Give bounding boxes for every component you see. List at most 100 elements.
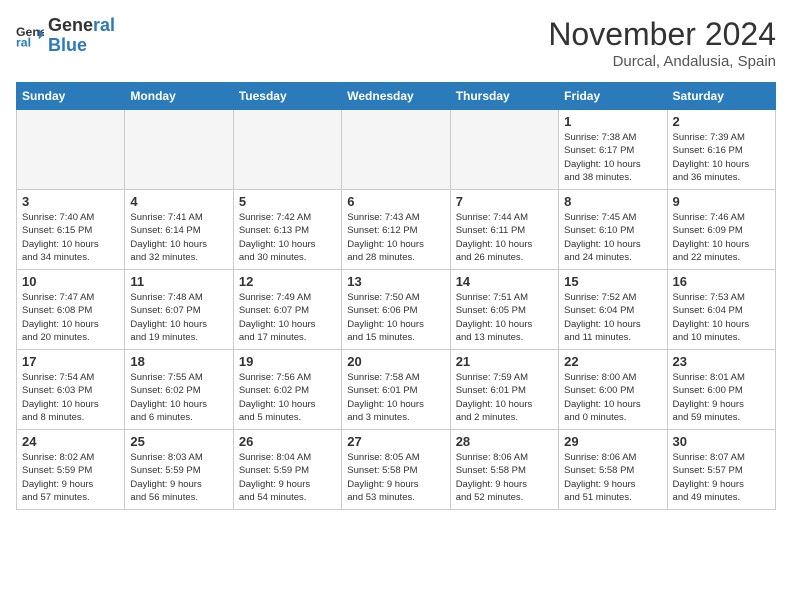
calendar-cell: 19 Sunrise: 7:56 AM Sunset: 6:02 PM Dayli…	[233, 350, 341, 430]
day-info: Sunrise: 8:00 AM Sunset: 6:00 PM Dayligh…	[564, 371, 661, 424]
day-info: Sunrise: 8:07 AM Sunset: 5:57 PM Dayligh…	[673, 451, 770, 504]
calendar-cell: 22Sunrise: 8:00 AM Sunset: 6:00 PM Dayli…	[559, 350, 667, 430]
calendar-cell: 11Sunrise: 7:48 AM Sunset: 6:07 PM Dayli…	[125, 270, 233, 350]
day-info: Sunrise: 8:03 AM Sunset: 5:59 PM Dayligh…	[130, 451, 227, 504]
day-info: Sunrise: 7:40 AM Sunset: 6:15 PM Dayligh…	[22, 211, 119, 264]
day-number: 29	[564, 434, 661, 449]
calendar-cell: 20Sunrise: 7:58 AM Sunset: 6:01 PM Dayli…	[342, 350, 450, 430]
day-number: 2	[673, 114, 770, 129]
logo: Gene ral General Blue	[16, 16, 115, 56]
day-info: Sunrise: 7:59 AM Sunset: 6:01 PM Dayligh…	[456, 371, 553, 424]
calendar-cell: 5 Sunrise: 7:42 AM Sunset: 6:13 PM Daylig…	[233, 190, 341, 270]
day-number: 4	[130, 194, 227, 209]
calendar-cell	[342, 110, 450, 190]
day-number: 15	[564, 274, 661, 289]
calendar-table: SundayMondayTuesdayWednesdayThursdayFrid…	[16, 82, 776, 510]
weekday-wednesday: Wednesday	[342, 83, 450, 110]
calendar-cell: 16 Sunrise: 7:53 AM Sunset: 6:04 PM Dayli…	[667, 270, 775, 350]
day-info: Sunrise: 7:45 AM Sunset: 6:10 PM Dayligh…	[564, 211, 661, 264]
calendar-cell: 18 Sunrise: 7:55 AM Sunset: 6:02 PM Dayli…	[125, 350, 233, 430]
day-number: 21	[456, 354, 553, 369]
calendar-cell: 28 Sunrise: 8:06 AM Sunset: 5:58 PM Dayli…	[450, 430, 558, 510]
calendar-cell: 15 Sunrise: 7:52 AM Sunset: 6:04 PM Dayli…	[559, 270, 667, 350]
day-info: Sunrise: 7:55 AM Sunset: 6:02 PM Dayligh…	[130, 371, 227, 424]
week-row-3: 10 Sunrise: 7:47 AM Sunset: 6:08 PM Dayli…	[17, 270, 776, 350]
day-info: Sunrise: 8:02 AM Sunset: 5:59 PM Dayligh…	[22, 451, 119, 504]
day-info: Sunrise: 7:58 AM Sunset: 6:01 PM Dayligh…	[347, 371, 444, 424]
day-info: Sunrise: 7:46 AM Sunset: 6:09 PM Dayligh…	[673, 211, 770, 264]
month-title: November 2024	[548, 16, 776, 53]
calendar-cell: 21 Sunrise: 7:59 AM Sunset: 6:01 PM Dayli…	[450, 350, 558, 430]
day-number: 26	[239, 434, 336, 449]
weekday-friday: Friday	[559, 83, 667, 110]
day-info: Sunrise: 7:44 AM Sunset: 6:11 PM Dayligh…	[456, 211, 553, 264]
title-block: November 2024 Durcal, Andalusia, Spain	[548, 16, 776, 70]
day-number: 7	[456, 194, 553, 209]
calendar-cell: 6 Sunrise: 7:43 AM Sunset: 6:12 PM Daylig…	[342, 190, 450, 270]
day-info: Sunrise: 7:42 AM Sunset: 6:13 PM Dayligh…	[239, 211, 336, 264]
day-number: 28	[456, 434, 553, 449]
day-number: 14	[456, 274, 553, 289]
day-info: Sunrise: 8:05 AM Sunset: 5:58 PM Dayligh…	[347, 451, 444, 504]
week-row-1: 1 Sunrise: 7:38 AM Sunset: 6:17 PM Daylig…	[17, 110, 776, 190]
logo-icon: Gene ral	[16, 22, 44, 50]
weekday-tuesday: Tuesday	[233, 83, 341, 110]
day-info: Sunrise: 7:56 AM Sunset: 6:02 PM Dayligh…	[239, 371, 336, 424]
day-number: 3	[22, 194, 119, 209]
week-row-5: 24Sunrise: 8:02 AM Sunset: 5:59 PM Dayli…	[17, 430, 776, 510]
calendar-cell	[233, 110, 341, 190]
day-info: Sunrise: 8:06 AM Sunset: 5:58 PM Dayligh…	[456, 451, 553, 504]
day-info: Sunrise: 7:52 AM Sunset: 6:04 PM Dayligh…	[564, 291, 661, 344]
day-number: 10	[22, 274, 119, 289]
day-info: Sunrise: 7:47 AM Sunset: 6:08 PM Dayligh…	[22, 291, 119, 344]
calendar-cell: 12Sunrise: 7:49 AM Sunset: 6:07 PM Dayli…	[233, 270, 341, 350]
calendar-cell: 10 Sunrise: 7:47 AM Sunset: 6:08 PM Dayli…	[17, 270, 125, 350]
day-number: 17	[22, 354, 119, 369]
calendar-cell: 26 Sunrise: 8:04 AM Sunset: 5:59 PM Dayli…	[233, 430, 341, 510]
day-info: Sunrise: 7:53 AM Sunset: 6:04 PM Dayligh…	[673, 291, 770, 344]
calendar-cell: 4 Sunrise: 7:41 AM Sunset: 6:14 PM Daylig…	[125, 190, 233, 270]
calendar-cell: 23Sunrise: 8:01 AM Sunset: 6:00 PM Dayli…	[667, 350, 775, 430]
day-number: 13	[347, 274, 444, 289]
day-info: Sunrise: 7:39 AM Sunset: 6:16 PM Dayligh…	[673, 131, 770, 184]
day-info: Sunrise: 7:48 AM Sunset: 6:07 PM Dayligh…	[130, 291, 227, 344]
day-info: Sunrise: 7:41 AM Sunset: 6:14 PM Dayligh…	[130, 211, 227, 264]
calendar-cell: 3 Sunrise: 7:40 AM Sunset: 6:15 PM Daylig…	[17, 190, 125, 270]
location-subtitle: Durcal, Andalusia, Spain	[548, 53, 776, 70]
day-number: 18	[130, 354, 227, 369]
day-info: Sunrise: 7:50 AM Sunset: 6:06 PM Dayligh…	[347, 291, 444, 344]
day-number: 16	[673, 274, 770, 289]
day-number: 5	[239, 194, 336, 209]
calendar-cell: 30 Sunrise: 8:07 AM Sunset: 5:57 PM Dayli…	[667, 430, 775, 510]
day-number: 1	[564, 114, 661, 129]
day-info: Sunrise: 7:49 AM Sunset: 6:07 PM Dayligh…	[239, 291, 336, 344]
page-header: Gene ral General Blue November 2024 Durc…	[16, 16, 776, 70]
calendar-cell: 25Sunrise: 8:03 AM Sunset: 5:59 PM Dayli…	[125, 430, 233, 510]
day-number: 9	[673, 194, 770, 209]
calendar-cell	[125, 110, 233, 190]
day-number: 30	[673, 434, 770, 449]
weekday-header-row: SundayMondayTuesdayWednesdayThursdayFrid…	[17, 83, 776, 110]
weekday-thursday: Thursday	[450, 83, 558, 110]
weekday-saturday: Saturday	[667, 83, 775, 110]
week-row-4: 17 Sunrise: 7:54 AM Sunset: 6:03 PM Dayli…	[17, 350, 776, 430]
day-number: 27	[347, 434, 444, 449]
calendar-cell	[17, 110, 125, 190]
calendar-cell: 2 Sunrise: 7:39 AM Sunset: 6:16 PM Daylig…	[667, 110, 775, 190]
calendar-cell: 29Sunrise: 8:06 AM Sunset: 5:58 PM Dayli…	[559, 430, 667, 510]
day-info: Sunrise: 7:38 AM Sunset: 6:17 PM Dayligh…	[564, 131, 661, 184]
day-number: 19	[239, 354, 336, 369]
calendar-cell: 17 Sunrise: 7:54 AM Sunset: 6:03 PM Dayli…	[17, 350, 125, 430]
day-info: Sunrise: 7:51 AM Sunset: 6:05 PM Dayligh…	[456, 291, 553, 344]
logo-text: General Blue	[48, 16, 115, 56]
calendar-cell: 24Sunrise: 8:02 AM Sunset: 5:59 PM Dayli…	[17, 430, 125, 510]
calendar-cell: 27 Sunrise: 8:05 AM Sunset: 5:58 PM Dayli…	[342, 430, 450, 510]
day-number: 6	[347, 194, 444, 209]
day-info: Sunrise: 7:43 AM Sunset: 6:12 PM Dayligh…	[347, 211, 444, 264]
calendar-cell: 8 Sunrise: 7:45 AM Sunset: 6:10 PM Daylig…	[559, 190, 667, 270]
day-info: Sunrise: 8:01 AM Sunset: 6:00 PM Dayligh…	[673, 371, 770, 424]
day-number: 8	[564, 194, 661, 209]
day-info: Sunrise: 7:54 AM Sunset: 6:03 PM Dayligh…	[22, 371, 119, 424]
week-row-2: 3 Sunrise: 7:40 AM Sunset: 6:15 PM Daylig…	[17, 190, 776, 270]
day-info: Sunrise: 8:04 AM Sunset: 5:59 PM Dayligh…	[239, 451, 336, 504]
